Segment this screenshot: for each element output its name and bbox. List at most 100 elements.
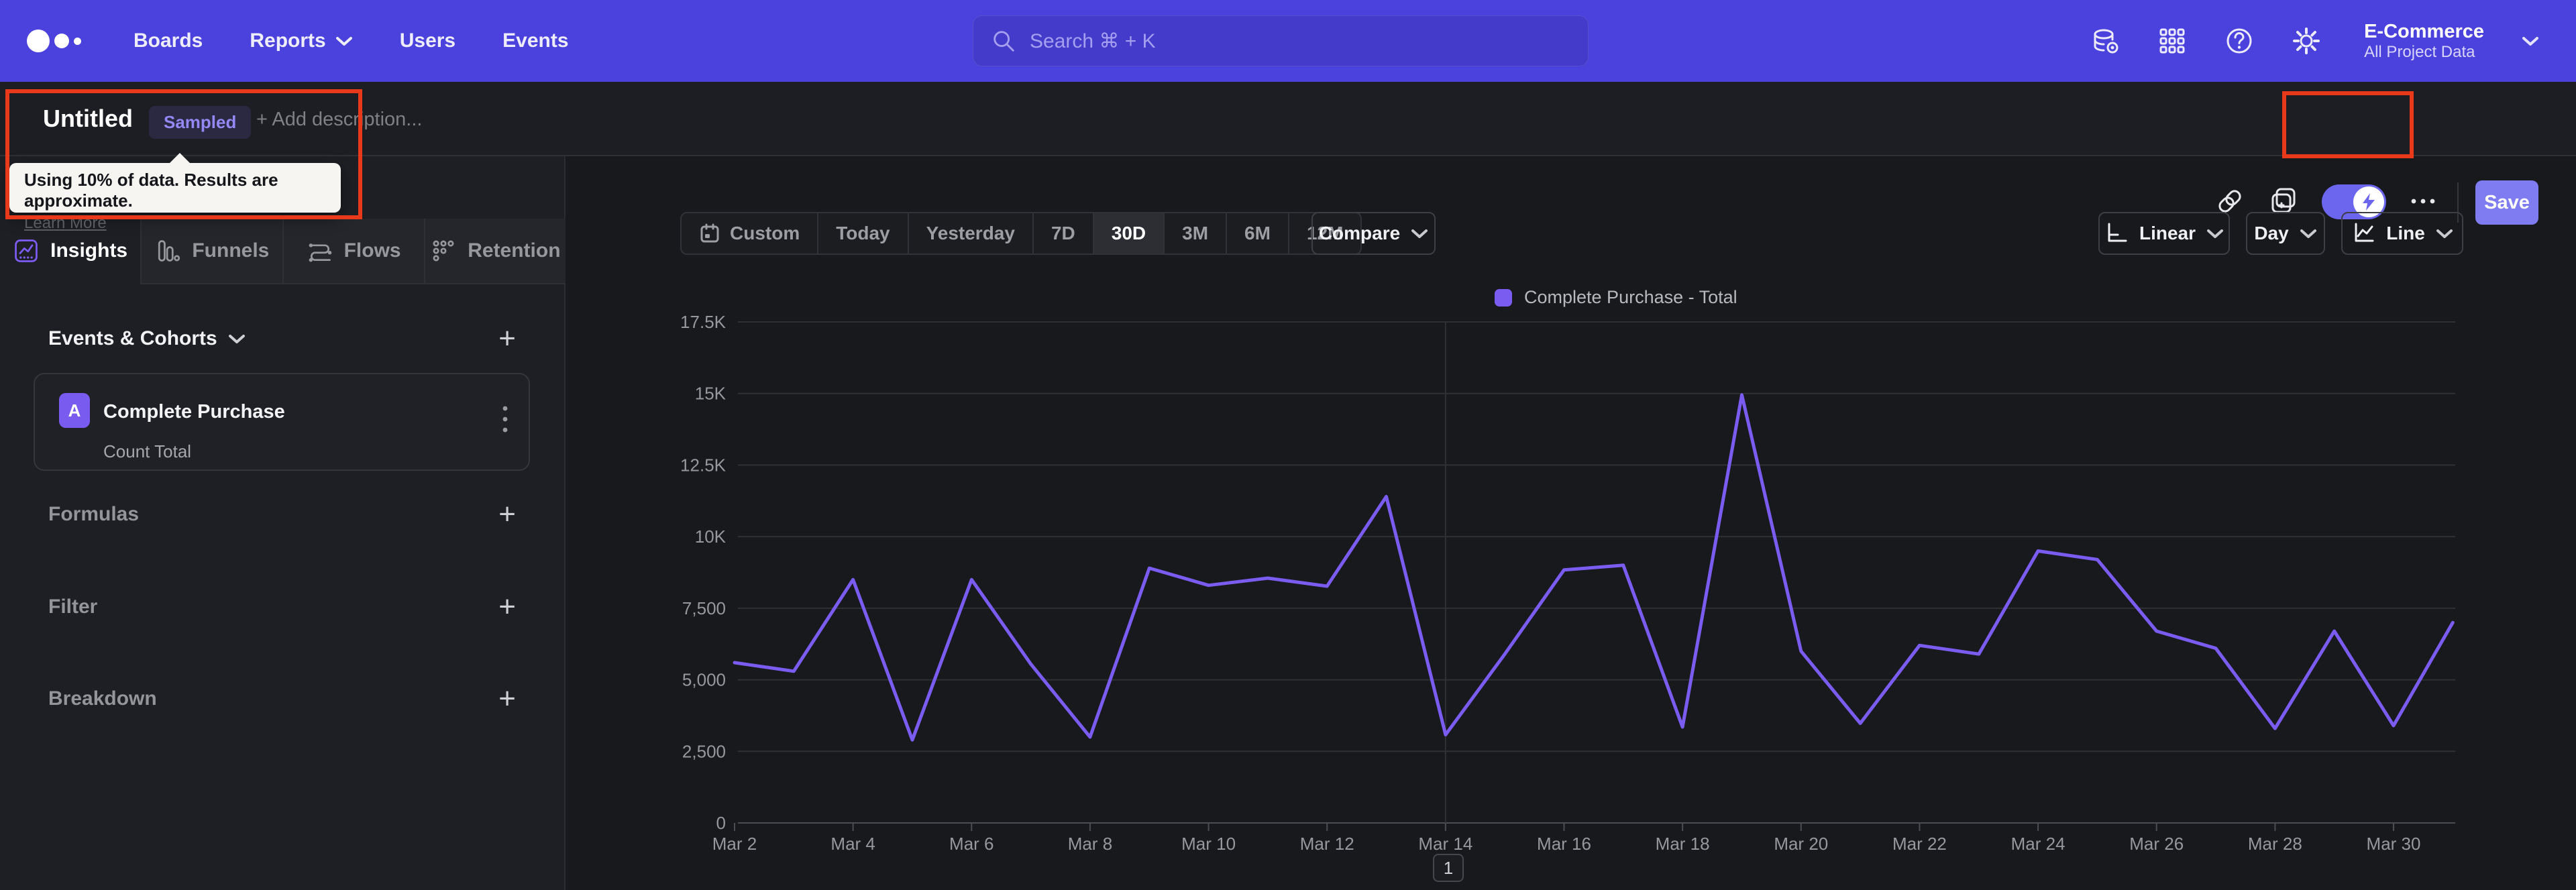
svg-text:Mar 24: Mar 24	[2011, 834, 2065, 854]
nav-item-users[interactable]: Users	[400, 30, 455, 52]
svg-text:Mar 22: Mar 22	[1892, 834, 1947, 854]
add-description[interactable]: + Add description...	[256, 109, 422, 131]
add-formula-button[interactable]: +	[498, 500, 516, 529]
project-switcher[interactable]: E-Commerce All Project Data	[2364, 21, 2484, 62]
range-today[interactable]: Today	[817, 213, 907, 254]
event-card[interactable]: A Complete Purchase Count Total	[34, 373, 530, 471]
flows-icon	[309, 243, 331, 262]
range-6m[interactable]: 6M	[1226, 213, 1288, 254]
data-management-icon[interactable]	[2090, 26, 2120, 56]
chevron-down-icon	[2522, 37, 2538, 46]
apps-grid-icon[interactable]	[2157, 26, 2187, 56]
query-builder-sidebar: Insights Funnels Flows Retention Events …	[0, 156, 566, 890]
search-input[interactable]: Search ⌘ + K	[973, 15, 1589, 66]
help-icon[interactable]	[2224, 26, 2254, 56]
filter-section: Filter +	[48, 592, 516, 622]
range-30d-selected[interactable]: 30D	[1092, 213, 1164, 254]
tab-label: Retention	[468, 239, 561, 262]
range-3m[interactable]: 3M	[1163, 213, 1226, 254]
event-letter-badge: A	[59, 393, 90, 428]
compare-label: Compare	[1318, 223, 1401, 243]
svg-text:2,500: 2,500	[682, 741, 726, 761]
nav-label: Boards	[133, 30, 203, 52]
funnels-bars-icon	[158, 240, 180, 262]
tab-retention[interactable]: Retention	[423, 219, 566, 284]
section-label: Breakdown	[48, 687, 157, 710]
range-label: 7D	[1051, 223, 1075, 243]
chart-type-label: Line	[2386, 223, 2425, 243]
section-label: Formulas	[48, 503, 140, 525]
learn-more-link[interactable]: Learn More	[24, 214, 107, 233]
svg-text:Mar 20: Mar 20	[1774, 834, 1828, 854]
legend-swatch	[1495, 288, 1512, 307]
nav-item-boards[interactable]: Boards	[133, 30, 203, 52]
scale-dropdown[interactable]: Linear	[2098, 212, 2230, 255]
tab-label: Flows	[343, 239, 401, 262]
save-button[interactable]: Save	[2475, 180, 2538, 225]
nav-item-events[interactable]: Events	[502, 30, 568, 52]
more-options-icon[interactable]	[2410, 196, 2436, 207]
svg-text:17.5K: 17.5K	[680, 312, 727, 332]
range-label: Custom	[730, 223, 800, 243]
nav-label: Events	[502, 30, 569, 52]
svg-text:Mar 26: Mar 26	[2129, 834, 2184, 854]
chevron-down-icon	[228, 335, 245, 343]
date-range-segmented-control: Custom Today Yesterday 7D 30D 3M 6M 12M	[680, 212, 1362, 255]
line-chart-icon	[2355, 223, 2374, 242]
kebab-menu-icon[interactable]	[500, 404, 510, 435]
svg-text:0: 0	[716, 813, 726, 833]
chevron-down-icon	[2436, 229, 2453, 238]
range-yesterday[interactable]: Yesterday	[907, 213, 1032, 254]
mixpanel-logo-icon[interactable]	[27, 30, 81, 52]
sampled-badge[interactable]: Sampled	[149, 106, 252, 139]
project-scope: All Project Data	[2364, 42, 2475, 61]
sampling-tooltip: Using 10% of data. Results are approxima…	[9, 153, 341, 232]
pagination-page-1[interactable]: 1	[1433, 854, 1464, 882]
search-placeholder: Search ⌘ + K	[1030, 30, 1156, 52]
granularity-dropdown[interactable]: Day	[2246, 212, 2325, 255]
report-title[interactable]: Untitled	[43, 105, 133, 133]
project-name: E-Commerce	[2364, 20, 2484, 42]
svg-text:Mar 18: Mar 18	[1656, 834, 1710, 854]
compare-dropdown[interactable]: Compare	[1311, 212, 1436, 255]
nav-item-reports[interactable]: Reports	[250, 30, 352, 52]
chevron-down-icon	[2207, 229, 2224, 238]
legend-label: Complete Purchase - Total	[1524, 287, 1737, 307]
range-7d[interactable]: 7D	[1032, 213, 1093, 254]
add-breakdown-button[interactable]: +	[498, 684, 516, 714]
lightning-icon	[2363, 193, 2375, 211]
tab-label: Insights	[50, 239, 128, 262]
formulas-title: Formulas	[48, 503, 139, 526]
settings-gear-icon[interactable]	[2292, 26, 2321, 56]
chart-type-dropdown[interactable]: Line	[2341, 212, 2463, 255]
svg-text:Mar 8: Mar 8	[1068, 834, 1112, 854]
svg-text:12.5K: 12.5K	[680, 455, 727, 475]
event-metric[interactable]: Count Total	[103, 441, 191, 462]
section-label: Filter	[48, 596, 98, 618]
section-label: Events & Cohorts	[48, 327, 217, 349]
chart-legend[interactable]: Complete Purchase - Total	[1495, 287, 1737, 308]
chevron-down-icon	[2300, 229, 2316, 238]
breakdown-title: Breakdown	[48, 687, 157, 710]
add-event-button[interactable]: +	[498, 324, 516, 353]
breakdown-section: Breakdown +	[48, 684, 516, 714]
range-label: 3M	[1182, 223, 1209, 243]
events-cohorts-title[interactable]: Events & Cohorts	[48, 327, 246, 350]
range-label: Today	[836, 223, 890, 243]
insights-chart-icon	[15, 239, 38, 262]
svg-text:Mar 30: Mar 30	[2367, 834, 2421, 854]
add-filter-button[interactable]: +	[498, 592, 516, 622]
events-section-header: Events & Cohorts +	[48, 324, 516, 353]
svg-text:7,500: 7,500	[682, 598, 726, 618]
svg-text:Mar 14: Mar 14	[1418, 834, 1472, 854]
svg-text:10K: 10K	[695, 526, 727, 547]
search-icon	[994, 31, 1014, 52]
event-name[interactable]: Complete Purchase	[103, 401, 285, 423]
scale-label: Linear	[2139, 223, 2196, 243]
granularity-label: Day	[2254, 223, 2289, 243]
range-label: 30D	[1111, 223, 1146, 243]
range-custom[interactable]: Custom	[682, 213, 817, 254]
linear-axis-icon	[2108, 223, 2127, 242]
svg-text:Mar 28: Mar 28	[2248, 834, 2302, 854]
svg-text:Mar 12: Mar 12	[1300, 834, 1354, 854]
